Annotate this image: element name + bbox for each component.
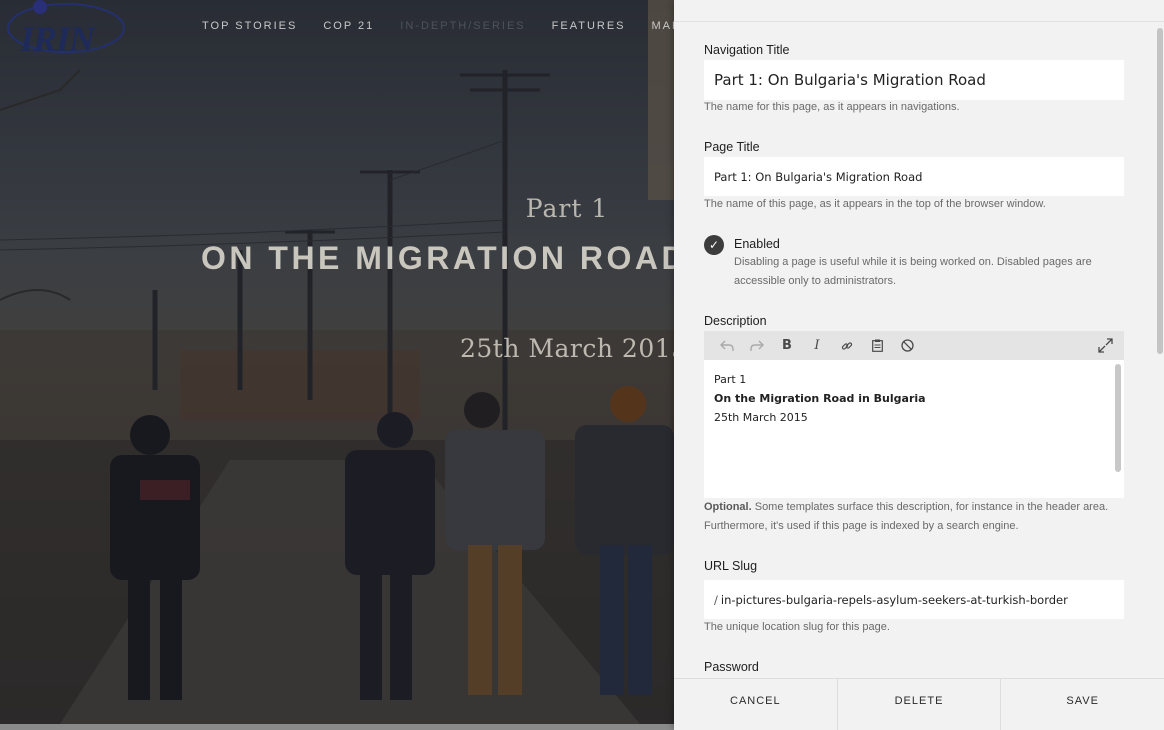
hero-background: IRIN TOP STORIES COP 21 IN-DEPTH/SERIES … xyxy=(0,0,674,724)
page-title-value: Part 1: On Bulgaria's Migration Road xyxy=(714,169,923,184)
nav-item-in-depth[interactable]: IN-DEPTH/SERIES xyxy=(400,20,525,32)
description-help-text: Some templates surface this description,… xyxy=(704,501,1109,532)
site-navigation: TOP STORIES COP 21 IN-DEPTH/SERIES FEATU… xyxy=(202,20,674,32)
nav-item-features[interactable]: FEATURES xyxy=(552,20,626,32)
url-slug-input[interactable]: / in-pictures-bulgaria-repels-asylum-see… xyxy=(704,580,1124,619)
nav-item-maps[interactable]: MAPS xyxy=(652,20,674,32)
panel-footer: CANCEL DELETE SAVE xyxy=(674,678,1164,730)
page-bottom-strip xyxy=(0,724,674,730)
nav-title-value: Part 1: On Bulgaria's Migration Road xyxy=(714,71,986,89)
page-title-label: Page Title xyxy=(704,140,760,154)
page-title-help: The name of this page, as it appears in … xyxy=(704,198,1046,210)
page-title-input[interactable]: Part 1: On Bulgaria's Migration Road xyxy=(704,157,1124,196)
panel-scrollbar[interactable] xyxy=(1157,28,1163,354)
irin-logo[interactable]: IRIN xyxy=(6,0,128,60)
checkmark-icon: ✓ xyxy=(708,238,720,252)
description-label: Description xyxy=(704,314,767,328)
description-line-2: On the Migration Road in Bulgaria xyxy=(714,392,926,405)
nav-item-top-stories[interactable]: TOP STORIES xyxy=(202,20,297,32)
italic-icon[interactable]: I xyxy=(802,331,832,360)
url-slug-value: in-pictures-bulgaria-repels-asylum-seeke… xyxy=(720,592,1068,607)
redo-icon[interactable] xyxy=(742,331,772,360)
nav-title-label: Navigation Title xyxy=(704,43,790,57)
bold-icon[interactable]: B xyxy=(772,331,802,360)
description-line-1: Part 1 xyxy=(714,373,747,386)
enabled-help: Disabling a page is useful while it is b… xyxy=(734,256,1092,287)
enabled-checkbox[interactable]: ✓ xyxy=(704,235,724,255)
hero-title: ON THE MIGRATION ROAD xyxy=(201,240,674,276)
description-line-3: 25th March 2015 xyxy=(714,411,808,424)
logo-text: IRIN xyxy=(20,19,95,59)
url-slug-prefix: / xyxy=(714,592,718,607)
panel-header xyxy=(674,0,1164,22)
hero-subtitle: Part 1 xyxy=(525,194,609,223)
url-slug-help: The unique location slug for this page. xyxy=(704,621,890,633)
nav-item-cop21[interactable]: COP 21 xyxy=(323,20,374,32)
nav-title-help: The name for this page, as it appears in… xyxy=(704,101,960,113)
undo-icon[interactable] xyxy=(712,331,742,360)
save-button[interactable]: SAVE xyxy=(1001,679,1164,730)
password-label: Password xyxy=(704,660,759,674)
expand-icon[interactable] xyxy=(1092,331,1118,360)
editor-scrollbar[interactable] xyxy=(1115,364,1121,472)
editor-toolbar: B I xyxy=(704,331,1124,360)
enabled-label: Enabled xyxy=(734,237,780,251)
optional-tag: Optional. xyxy=(704,501,752,513)
description-editor[interactable]: Part 1 On the Migration Road in Bulgaria… xyxy=(704,360,1124,498)
settings-scroll-area[interactable]: Navigation Title Part 1: On Bulgaria's M… xyxy=(674,22,1164,678)
url-slug-label: URL Slug xyxy=(704,559,758,573)
clear-format-icon[interactable] xyxy=(892,331,922,360)
description-help: Optional. Some templates surface this de… xyxy=(704,498,1124,536)
page-settings-panel: Navigation Title Part 1: On Bulgaria's M… xyxy=(674,0,1164,730)
delete-button[interactable]: DELETE xyxy=(838,679,1002,730)
cancel-button[interactable]: CANCEL xyxy=(674,679,838,730)
nav-title-input[interactable]: Part 1: On Bulgaria's Migration Road xyxy=(704,60,1124,100)
hero-date: 25th March 2015 xyxy=(460,334,674,363)
link-icon[interactable] xyxy=(832,331,862,360)
clipboard-icon[interactable] xyxy=(862,331,892,360)
logo-dot-icon xyxy=(33,0,47,14)
